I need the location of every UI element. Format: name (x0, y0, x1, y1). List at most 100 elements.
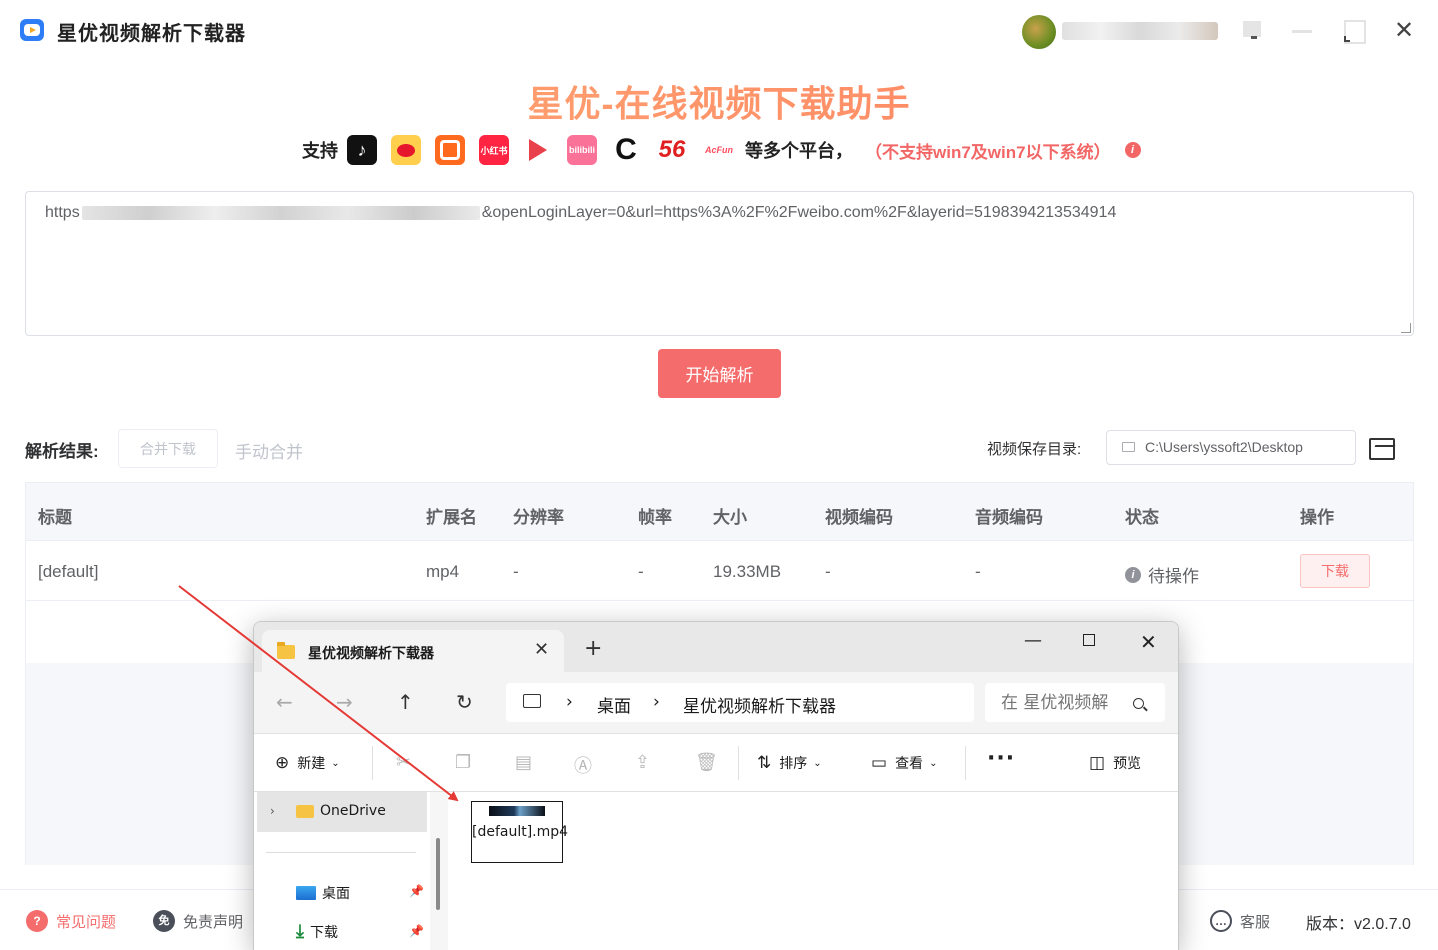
url-textarea[interactable]: https &openLoginLayer=0&url=https%3A%2F%2… (25, 191, 1414, 336)
file-item[interactable]: [default].mp4 (471, 801, 568, 863)
chevron-down-icon: ⌄ (331, 757, 340, 769)
folder-icon (296, 804, 314, 818)
more-options-icon[interactable]: ··· (987, 746, 1015, 771)
cell-resolution: - (513, 562, 519, 581)
cell-size: 19.33MB (713, 562, 782, 581)
video-thumbnail (489, 806, 545, 816)
download-icon: ⤓ (296, 921, 304, 942)
explorer-nav-bar: ← → ↑ ↻ › 桌面 › 星优视频解析下载器 (254, 672, 1178, 734)
monitor-icon (523, 694, 541, 708)
save-dir-input[interactable]: C:\Users\yssoft2\Desktop (1106, 430, 1356, 465)
new-button[interactable]: ⊕ 新建 ⌄ (275, 753, 340, 773)
preview-button[interactable]: ◫ 预览 (1089, 753, 1141, 773)
back-arrow-icon[interactable]: ← (276, 690, 293, 714)
th-status: 状态 (1125, 508, 1159, 527)
faq-link[interactable]: ? 常见问题 (26, 910, 116, 932)
open-folder-icon[interactable] (1368, 435, 1395, 460)
chevron-down-icon: ⌄ (929, 757, 938, 769)
kuaishou-icon (435, 135, 465, 165)
sort-button[interactable]: ⇅ 排序 ⌄ (757, 753, 822, 773)
xiaohongshu-icon: 小红书 (479, 135, 509, 165)
resize-handle[interactable] (1401, 323, 1411, 333)
url-blurred-part (81, 205, 480, 220)
disclaimer-icon: 免 (153, 910, 175, 932)
close-button[interactable]: ✕ (1391, 18, 1417, 44)
page-heading: 星优-在线视频下载助手 (0, 75, 1438, 127)
tab-close-icon[interactable]: ✕ (534, 639, 549, 660)
skin-icon[interactable] (1240, 18, 1266, 44)
chevron-down-icon: ⌄ (813, 757, 822, 769)
table-header: 标题 扩展名 分辨率 帧率 大小 视频编码 音频编码 状态 操作 (26, 483, 1413, 541)
explorer-tab[interactable]: 星优视频解析下载器 ✕ (262, 630, 564, 672)
breadcrumb-folder[interactable]: 星优视频解析下载器 (683, 692, 836, 717)
56-icon: 56 (658, 136, 686, 163)
explorer-toolbar: ⊕ 新建 ⌄ ✂ ❐ ▤ Ⓐ ⇪ 🗑 ⇅ 排序 ⌄ ▭ 查看 ⌄ ··· ◫ 预览 (254, 734, 1178, 792)
paste-icon[interactable]: ▤ (515, 752, 532, 773)
status-info-icon: i (1125, 566, 1141, 583)
breadcrumb-chevron-icon: › (653, 692, 660, 712)
th-action: 操作 (1300, 508, 1334, 527)
minimize-button[interactable] (1290, 18, 1316, 44)
breadcrumb-chevron-icon: › (566, 692, 573, 712)
rename-icon[interactable]: Ⓐ (574, 752, 592, 778)
explorer-close-button[interactable]: ✕ (1140, 630, 1157, 654)
tiktok-icon: ♪ (347, 135, 377, 165)
disclaimer-link[interactable]: 免免责声明 (153, 910, 243, 932)
forward-arrow-icon[interactable]: → (336, 690, 353, 714)
view-button[interactable]: ▭ 查看 ⌄ (871, 753, 937, 773)
sidebar-item-downloads[interactable]: ⤓ 下载 (296, 921, 338, 942)
delete-icon[interactable]: 🗑 (695, 752, 718, 773)
toolbar-divider (372, 746, 373, 780)
toolbar-divider (965, 746, 966, 780)
expand-chevron-icon[interactable]: › (270, 804, 275, 818)
question-icon: ? (26, 910, 48, 932)
th-resolution: 分辨率 (513, 508, 564, 527)
video-play-icon (523, 135, 553, 165)
sidebar-scrollbar[interactable] (436, 838, 440, 910)
search-icon[interactable] (1133, 698, 1144, 709)
preview-pane-icon: ◫ (1089, 753, 1106, 773)
explorer-tab-title: 星优视频解析下载器 (308, 646, 434, 662)
info-icon[interactable]: i (1124, 142, 1141, 158)
weibo-icon (391, 135, 421, 165)
maximize-button[interactable] (1341, 18, 1367, 44)
app-logo-icon (20, 19, 44, 41)
cell-vcodec: - (825, 562, 831, 581)
start-parse-button[interactable]: 开始解析 (658, 349, 781, 398)
pin-icon: 📌 (409, 924, 424, 938)
explorer-maximize-button[interactable] (1083, 634, 1095, 646)
refresh-icon[interactable]: ↻ (456, 690, 473, 714)
sidebar-label-onedrive: OneDrive (296, 803, 386, 819)
view-icon: ▭ (871, 753, 888, 773)
version-label: 版本：v2.0.7.0 (1306, 916, 1411, 933)
download-button[interactable]: 下载 (1300, 554, 1370, 588)
breadcrumb-desktop[interactable]: 桌面 (597, 692, 631, 717)
merge-download-button[interactable]: 合并下载 (118, 429, 218, 468)
share-icon[interactable]: ⇪ (635, 752, 650, 773)
sidebar-item-desktop[interactable]: 桌面 (296, 883, 350, 903)
pin-icon: 📌 (409, 884, 424, 898)
cell-title: [default] (38, 562, 99, 581)
folder-icon (1122, 442, 1135, 452)
user-avatar[interactable] (1022, 15, 1056, 49)
explorer-minimize-button[interactable]: — (1024, 630, 1042, 651)
th-title: 标题 (38, 508, 72, 527)
save-dir-label: 视频保存目录: (987, 441, 1082, 458)
url-text: https &openLoginLayer=0&url=https%3A%2F%2… (45, 204, 1117, 221)
up-arrow-icon[interactable]: ↑ (397, 690, 414, 714)
sidebar-divider (266, 852, 416, 853)
customer-service-link[interactable]: … 客服 (1210, 910, 1270, 932)
user-name-blurred[interactable] (1062, 22, 1218, 40)
copy-icon[interactable]: ❐ (455, 752, 471, 773)
support-label: 支持 (302, 141, 338, 161)
th-fps: 帧率 (638, 508, 672, 527)
c-platform-icon: C (615, 133, 637, 166)
address-bar[interactable]: › 桌面 › 星优视频解析下载器 (506, 683, 974, 722)
th-ext: 扩展名 (426, 508, 477, 527)
title-bar: 星优视频解析下载器 ✕ (0, 0, 1438, 60)
chat-icon: … (1210, 910, 1232, 932)
manual-merge-link[interactable]: 手动合并 (235, 438, 303, 463)
acfun-icon: AcFun (705, 145, 733, 155)
new-tab-icon[interactable]: + (584, 638, 602, 660)
cut-icon[interactable]: ✂ (396, 752, 411, 773)
